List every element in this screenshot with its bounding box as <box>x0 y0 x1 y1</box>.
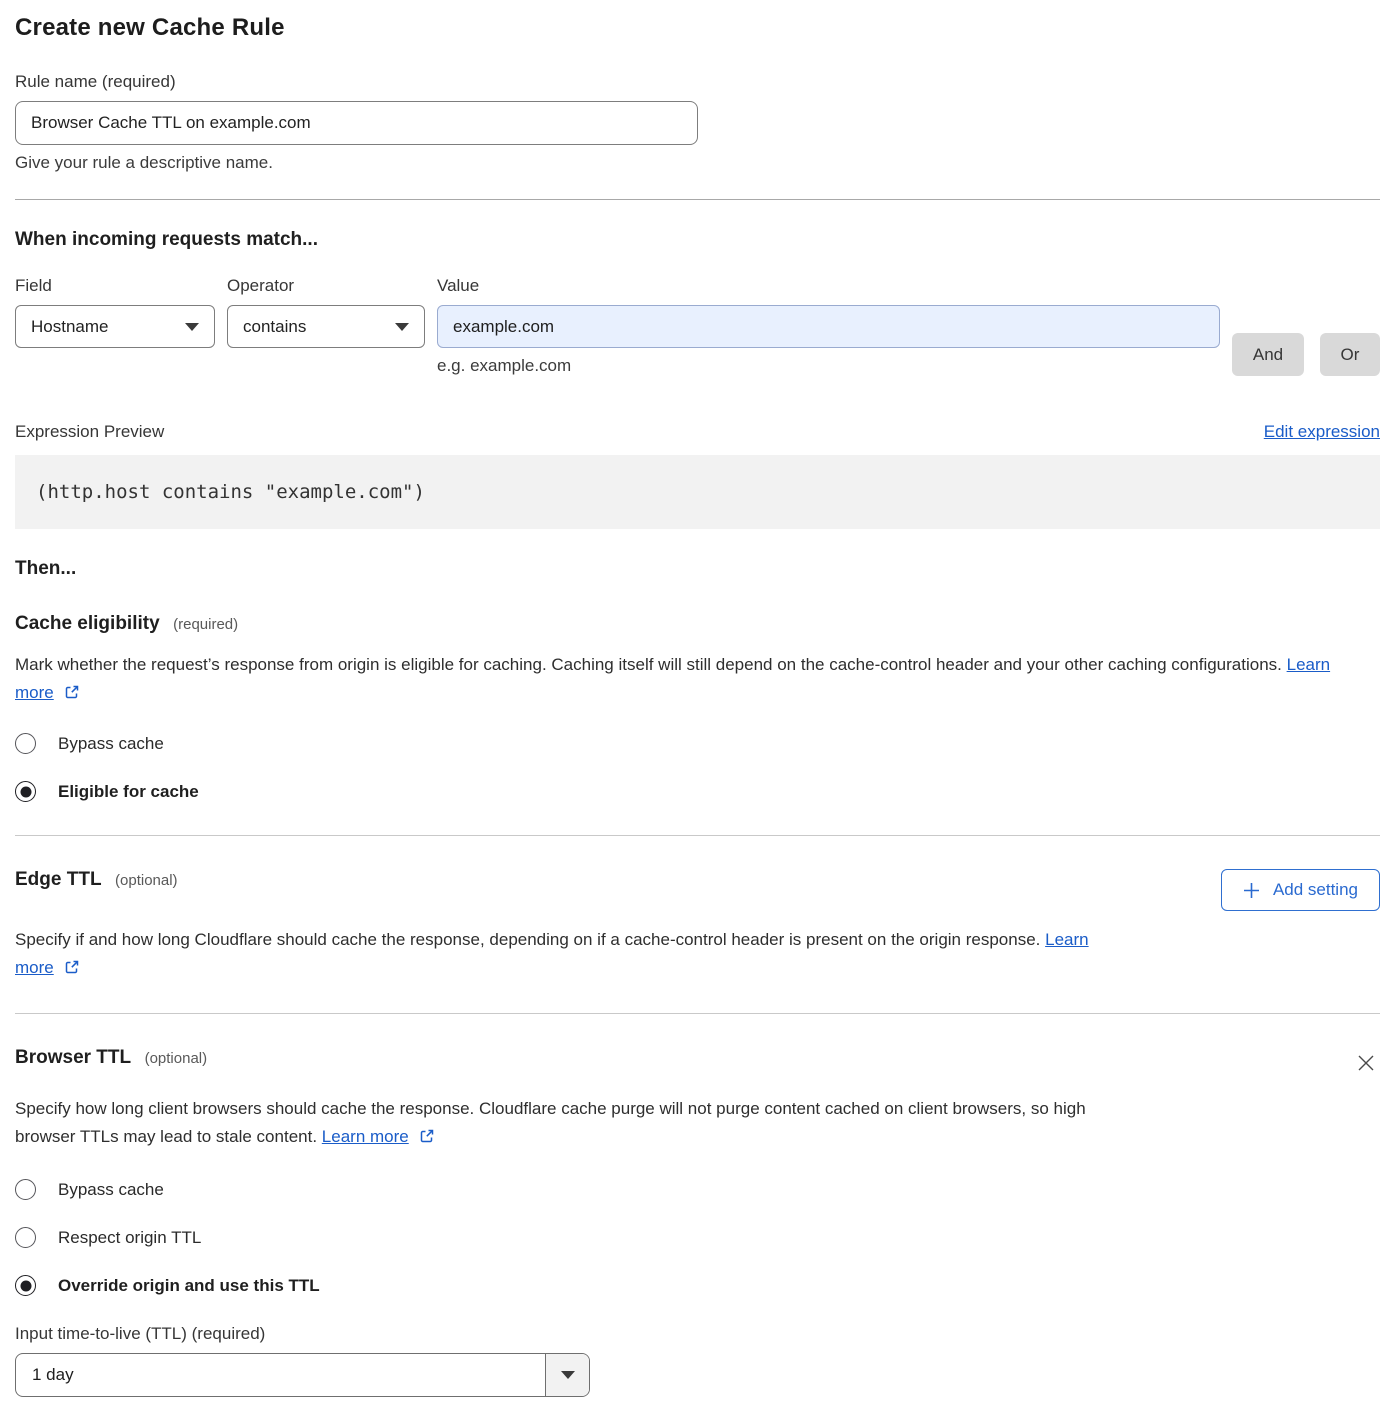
radio-button-checked[interactable] <box>15 781 36 802</box>
edge-ttl-title: Edge TTL <box>15 869 102 890</box>
cache-eligibility-description: Mark whether the request’s response from… <box>15 651 1345 707</box>
radio-button[interactable] <box>15 1179 36 1200</box>
browser-ttl-description: Specify how long client browsers should … <box>15 1095 1095 1151</box>
learn-more-link[interactable]: Learn more <box>322 1127 409 1146</box>
edit-expression-link[interactable]: Edit expression <box>1264 422 1380 442</box>
expression-preview-label: Expression Preview <box>15 422 164 442</box>
divider <box>15 835 1380 836</box>
field-label: Field <box>15 276 215 296</box>
browser-ttl-header: Browser TTL (optional) <box>15 1047 1380 1080</box>
rule-name-input[interactable] <box>15 101 698 145</box>
divider <box>15 199 1380 200</box>
create-cache-rule-form: Create new Cache Rule Rule name (require… <box>0 0 1400 1414</box>
operator-select-value: contains <box>243 317 306 337</box>
radio-option-eligible-for-cache[interactable]: Eligible for cache <box>15 781 1380 802</box>
field-column: Field Hostname <box>15 276 215 376</box>
radio-button-checked[interactable] <box>15 1275 36 1296</box>
operator-column: Operator contains <box>227 276 425 376</box>
external-link-icon <box>64 959 80 975</box>
ttl-select-value: 1 day <box>16 1354 545 1396</box>
ttl-label: Input time-to-live (TTL) (required) <box>15 1324 1380 1344</box>
cache-eligibility-options: Bypass cache Eligible for cache <box>15 733 1380 802</box>
match-heading: When incoming requests match... <box>15 229 1380 251</box>
page-title: Create new Cache Rule <box>15 14 1380 42</box>
browser-ttl-title: Browser TTL <box>15 1047 131 1068</box>
divider <box>15 1013 1380 1014</box>
and-or-buttons: And Or <box>1232 276 1380 376</box>
close-icon <box>1356 1053 1376 1073</box>
browser-ttl-options: Bypass cache Respect origin TTL Override… <box>15 1179 1380 1296</box>
add-setting-button[interactable]: Add setting <box>1221 869 1380 911</box>
edge-ttl-header: Edge TTL (optional) Add setting <box>15 869 1380 911</box>
field-select[interactable]: Hostname <box>15 305 215 348</box>
operator-label: Operator <box>227 276 425 296</box>
cache-eligibility-title: Cache eligibility <box>15 613 160 634</box>
edge-ttl-tag: (optional) <box>115 872 178 889</box>
expression-preview-row: Expression Preview Edit expression <box>15 422 1380 442</box>
radio-option-bypass-cache[interactable]: Bypass cache <box>15 733 1380 754</box>
external-link-icon <box>419 1128 435 1144</box>
radio-option-override-origin-ttl[interactable]: Override origin and use this TTL <box>15 1275 1380 1296</box>
remove-browser-ttl-button[interactable] <box>1352 1049 1380 1080</box>
value-label: Value <box>437 276 1220 296</box>
then-heading: Then... <box>15 558 1380 580</box>
operator-select[interactable]: contains <box>227 305 425 348</box>
plus-icon <box>1243 882 1260 899</box>
cache-eligibility-tag: (required) <box>173 616 238 633</box>
chevron-down-icon <box>185 323 199 331</box>
expression-code: (http.host contains "example.com") <box>15 455 1380 529</box>
browser-ttl-tag: (optional) <box>145 1050 208 1067</box>
rule-name-group: Rule name (required) Give your rule a de… <box>15 72 1380 173</box>
value-column: Value e.g. example.com <box>437 276 1220 376</box>
rule-name-label: Rule name (required) <box>15 72 1380 92</box>
external-link-icon <box>64 684 80 700</box>
rule-name-helper: Give your rule a descriptive name. <box>15 153 1380 173</box>
chevron-down-icon <box>395 323 409 331</box>
dropdown-arrow-button[interactable] <box>545 1354 589 1396</box>
value-helper: e.g. example.com <box>437 356 1220 376</box>
field-select-value: Hostname <box>31 317 108 337</box>
edge-ttl-description: Specify if and how long Cloudflare shoul… <box>15 926 1110 982</box>
match-row: Field Hostname Operator contains Value e… <box>15 276 1380 376</box>
radio-option-bypass-cache[interactable]: Bypass cache <box>15 1179 1380 1200</box>
and-button[interactable]: And <box>1232 333 1304 376</box>
cache-eligibility-header: Cache eligibility (required) <box>15 613 1380 635</box>
or-button[interactable]: Or <box>1320 333 1380 376</box>
ttl-select[interactable]: 1 day <box>15 1353 590 1397</box>
radio-option-respect-origin-ttl[interactable]: Respect origin TTL <box>15 1227 1380 1248</box>
value-input[interactable] <box>437 305 1220 348</box>
chevron-down-icon <box>561 1371 575 1379</box>
radio-button[interactable] <box>15 733 36 754</box>
ttl-input-group: Input time-to-live (TTL) (required) 1 da… <box>15 1324 1380 1397</box>
radio-button[interactable] <box>15 1227 36 1248</box>
